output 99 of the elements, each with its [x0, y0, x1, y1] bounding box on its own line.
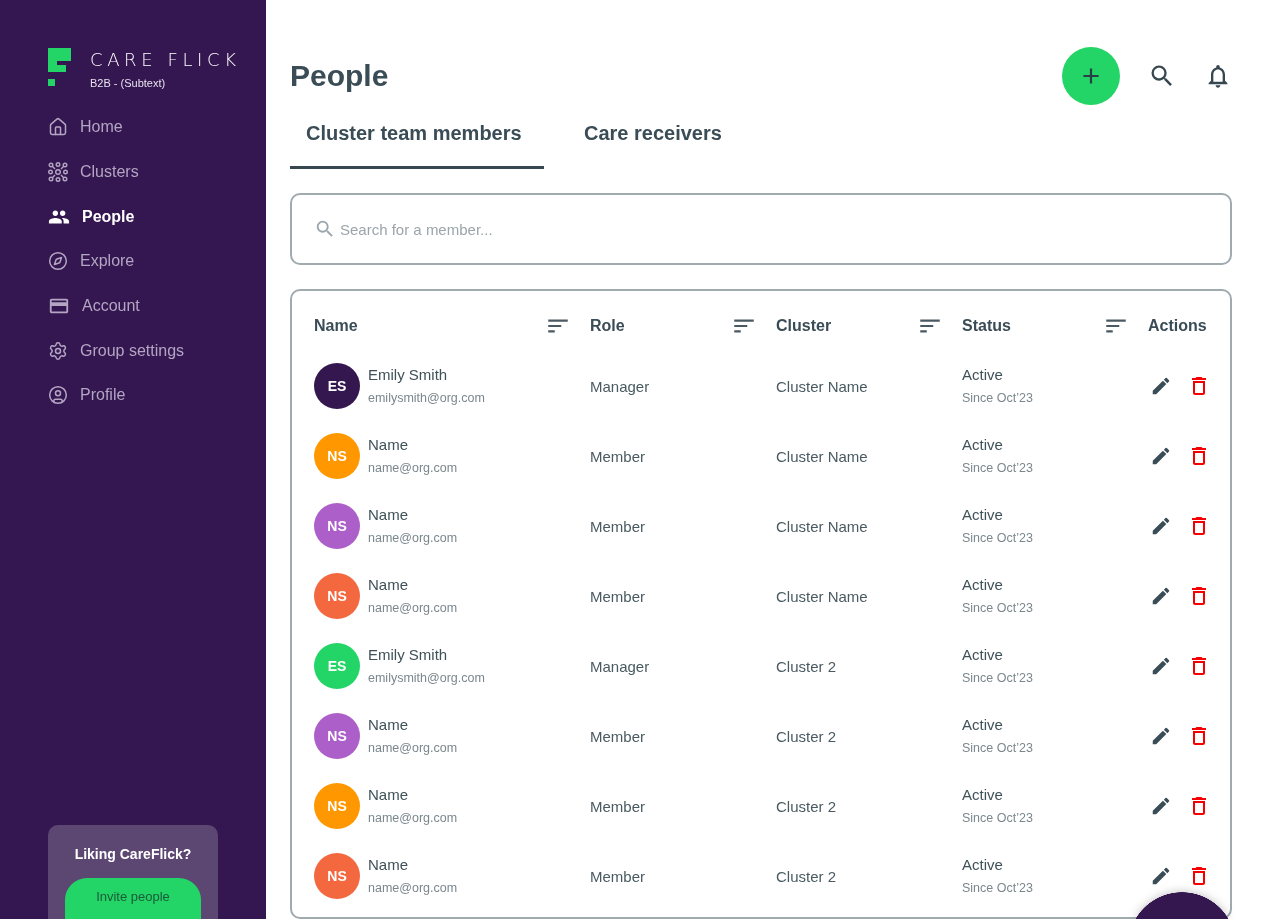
avatar: NS — [314, 713, 360, 759]
member-email: name@org.com — [368, 879, 458, 897]
member-email: name@org.com — [368, 459, 458, 477]
nav-item[interactable]: People — [48, 194, 135, 240]
cluster-text: Cluster 2 — [776, 797, 837, 815]
logo-icon — [48, 48, 71, 86]
edit-button[interactable] — [1150, 795, 1172, 817]
column-header: Role — [590, 317, 625, 335]
nav-item[interactable]: Group settings — [48, 328, 185, 374]
role-text: Member — [590, 867, 645, 885]
status-text: Active — [962, 365, 1004, 384]
nav-item[interactable]: Clusters — [48, 149, 139, 195]
member-email: name@org.com — [368, 809, 458, 827]
member-name: Name — [368, 715, 409, 734]
member-name: Name — [368, 435, 409, 454]
since-text: Since Oct’23 — [962, 809, 1033, 827]
avatar: NS — [314, 783, 360, 829]
role-text: Member — [590, 587, 645, 605]
status-text: Active — [962, 435, 1004, 454]
cluster-text: Cluster Name — [776, 377, 868, 395]
avatar: NS — [314, 573, 360, 619]
avatar: ES — [314, 643, 360, 689]
nav-item[interactable]: Home — [48, 105, 123, 150]
avatar: NS — [314, 853, 360, 899]
edit-button[interactable] — [1150, 725, 1172, 747]
avatar: ES — [314, 363, 360, 409]
since-text: Since Oct’23 — [962, 459, 1033, 477]
status-text: Active — [962, 645, 1004, 664]
avatar: NS — [314, 433, 360, 479]
edit-button[interactable] — [1150, 515, 1172, 537]
member-name: Name — [368, 505, 409, 524]
avatar: NS — [314, 503, 360, 549]
member-email: name@org.com — [368, 599, 458, 617]
status-text: Active — [962, 715, 1004, 734]
nav-item[interactable]: Account — [48, 283, 140, 329]
promo-title: Liking CareFlick? — [74, 845, 192, 863]
member-email: emilysmith@org.com — [368, 389, 485, 407]
tab[interactable]: Care receivers — [568, 105, 738, 169]
status-text: Active — [962, 505, 1004, 524]
role-text: Member — [590, 517, 645, 535]
search-icon — [314, 218, 336, 240]
nav-item[interactable]: Profile — [48, 373, 126, 418]
status-text: Active — [962, 785, 1004, 804]
cluster-text: Cluster 2 — [776, 657, 837, 675]
settings-icon — [48, 340, 68, 361]
edit-button[interactable] — [1150, 865, 1172, 887]
since-text: Since Oct’23 — [962, 879, 1033, 897]
pencil-icon — [1150, 515, 1172, 537]
cluster-text: Cluster Name — [776, 587, 868, 605]
member-email: name@org.com — [368, 739, 458, 757]
pencil-icon — [1150, 445, 1172, 467]
member-name: Name — [368, 575, 409, 594]
member-email: emilysmith@org.com — [368, 669, 485, 687]
brand-subtext: B2B - (Subtext) — [90, 76, 167, 90]
role-text: Member — [590, 797, 645, 815]
cluster-text: Cluster Name — [776, 447, 868, 465]
column-header: Actions — [1148, 317, 1207, 335]
column-header: Name — [314, 317, 358, 335]
pencil-icon — [1150, 725, 1172, 747]
cluster-text: Cluster Name — [776, 517, 868, 535]
page-title: People — [290, 59, 390, 93]
user-circle-icon — [48, 385, 68, 406]
member-name: Emily Smith — [368, 645, 449, 664]
column-header: Cluster — [776, 317, 832, 335]
invite-button[interactable]: Invite people — [65, 878, 201, 919]
edit-button[interactable] — [1150, 655, 1172, 677]
tab[interactable]: Cluster team members — [290, 105, 544, 169]
column-header: Status — [962, 317, 1011, 335]
member-name: Name — [368, 855, 409, 874]
since-text: Since Oct’23 — [962, 389, 1033, 407]
role-text: Manager — [590, 377, 650, 395]
pencil-icon — [1150, 865, 1172, 887]
nav-item[interactable]: Explore — [48, 239, 135, 284]
role-text: Manager — [590, 657, 650, 675]
edit-button[interactable] — [1150, 585, 1172, 607]
since-text: Since Oct’23 — [962, 739, 1033, 757]
edit-button[interactable] — [1150, 375, 1172, 397]
status-text: Active — [962, 855, 1004, 874]
cluster-text: Cluster 2 — [776, 867, 837, 885]
home-icon — [48, 117, 68, 138]
cluster-text: Cluster 2 — [776, 727, 837, 745]
search-field[interactable]: Search for a member... — [290, 193, 1232, 265]
pencil-icon — [1150, 585, 1172, 607]
brand-name: CARE FLICK — [90, 50, 241, 70]
edit-button[interactable] — [1150, 445, 1172, 467]
role-text: Member — [590, 447, 645, 465]
since-text: Since Oct’23 — [962, 529, 1033, 547]
pencil-icon — [1150, 375, 1172, 397]
member-name: Name — [368, 785, 409, 804]
status-text: Active — [962, 575, 1004, 594]
member-name: Emily Smith — [368, 365, 449, 384]
pencil-icon — [1150, 795, 1172, 817]
network-icon — [48, 162, 68, 183]
pencil-icon — [1150, 655, 1172, 677]
since-text: Since Oct’23 — [962, 669, 1033, 687]
since-text: Since Oct’23 — [962, 599, 1033, 617]
role-text: Member — [590, 727, 645, 745]
compass-icon — [48, 251, 68, 272]
member-email: name@org.com — [368, 529, 458, 547]
